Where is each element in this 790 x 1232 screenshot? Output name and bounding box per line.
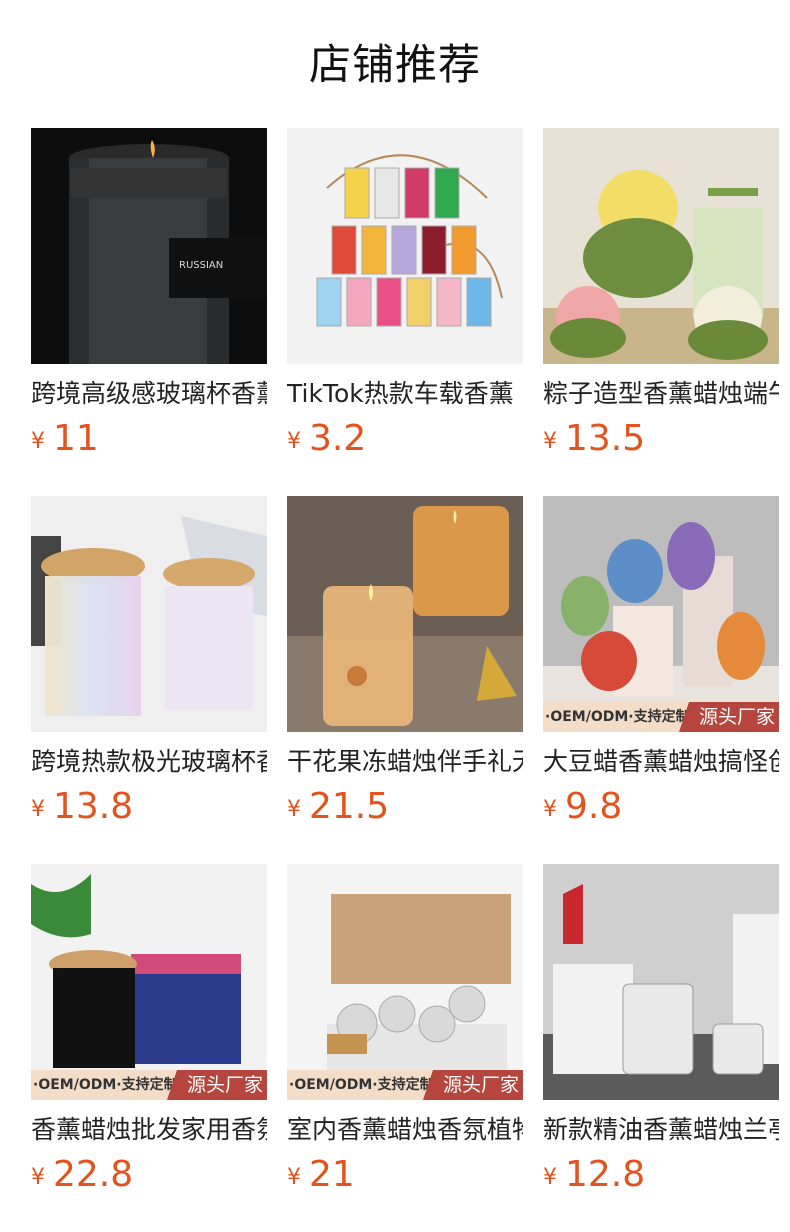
product-price: ¥21 bbox=[287, 1154, 355, 1198]
product-name[interactable]: TikTok热款车载香薰 bbox=[287, 378, 523, 410]
product-price: ¥12.8 bbox=[543, 1154, 645, 1198]
currency-symbol: ¥ bbox=[543, 1165, 557, 1190]
product-card[interactable]: RUSSIAN 跨境高级感玻璃杯香薰蜡烛 ¥11 bbox=[31, 128, 267, 468]
currency-symbol: ¥ bbox=[31, 797, 45, 822]
price-value: 9.8 bbox=[565, 786, 623, 827]
product-image[interactable] bbox=[543, 864, 779, 1100]
price-value: 3.2 bbox=[309, 418, 367, 459]
product-card[interactable]: TikTok热款车载香薰 ¥3.2 bbox=[287, 128, 523, 468]
product-image[interactable] bbox=[543, 128, 779, 364]
product-price: ¥11 bbox=[31, 418, 99, 462]
product-card[interactable]: 干花果冻蜡烛伴手礼无烟 ¥21.5 bbox=[287, 496, 523, 836]
oem-label: ·OEM/ODM·支持定制 bbox=[31, 1070, 183, 1100]
currency-symbol: ¥ bbox=[543, 429, 557, 454]
product-card[interactable]: 跨境热款极光玻璃杯香薰 ¥13.8 bbox=[31, 496, 267, 836]
product-name[interactable]: 跨境热款极光玻璃杯香薰 bbox=[31, 746, 267, 778]
oem-label: ·OEM/ODM·支持定制 bbox=[287, 1070, 439, 1100]
page-title: 店铺推荐 bbox=[308, 40, 481, 89]
factory-label: 源头厂家 bbox=[423, 1070, 523, 1100]
product-banner: ·OEM/ODM·支持定制 源头厂家 bbox=[543, 702, 779, 732]
price-value: 12.8 bbox=[565, 1154, 646, 1195]
product-price: ¥13.5 bbox=[543, 418, 645, 462]
price-value: 21.5 bbox=[309, 786, 390, 827]
product-name[interactable]: 新款精油香薰蜡烛兰亭序 bbox=[543, 1114, 779, 1146]
product-image[interactable] bbox=[287, 128, 523, 364]
product-image[interactable]: ·OEM/ODM·支持定制 源头厂家 bbox=[31, 864, 267, 1100]
oem-label: ·OEM/ODM·支持定制 bbox=[543, 702, 695, 732]
product-image[interactable] bbox=[31, 496, 267, 732]
product-image[interactable] bbox=[287, 496, 523, 732]
price-value: 21 bbox=[309, 1154, 355, 1195]
product-name[interactable]: 香薰蜡烛批发家用香氛 bbox=[31, 1114, 267, 1146]
product-price: ¥9.8 bbox=[543, 786, 622, 830]
product-name[interactable]: 干花果冻蜡烛伴手礼无烟 bbox=[287, 746, 523, 778]
factory-label: 源头厂家 bbox=[167, 1070, 267, 1100]
product-name[interactable]: 粽子造型香薰蜡烛端午 bbox=[543, 378, 779, 410]
product-image[interactable]: ·OEM/ODM·支持定制 源头厂家 bbox=[543, 496, 779, 732]
price-value: 11 bbox=[53, 418, 99, 459]
factory-label: 源头厂家 bbox=[679, 702, 779, 732]
product-card[interactable]: 粽子造型香薰蜡烛端午 ¥13.5 bbox=[543, 128, 779, 468]
price-value: 22.8 bbox=[53, 1154, 134, 1195]
product-name[interactable]: 室内香薰蜡烛香氛植物精油 bbox=[287, 1114, 523, 1146]
product-label-text: RUSSIAN bbox=[179, 260, 223, 271]
product-price: ¥3.2 bbox=[287, 418, 366, 462]
product-name[interactable]: 大豆蜡香薰蜡烛搞怪创意 bbox=[543, 746, 779, 778]
product-image[interactable]: RUSSIAN bbox=[31, 128, 267, 364]
product-name[interactable]: 跨境高级感玻璃杯香薰蜡烛 bbox=[31, 378, 267, 410]
currency-symbol: ¥ bbox=[31, 429, 45, 454]
product-card[interactable]: ·OEM/ODM·支持定制 源头厂家 大豆蜡香薰蜡烛搞怪创意 ¥9.8 bbox=[543, 496, 779, 836]
price-value: 13.8 bbox=[53, 786, 134, 827]
product-card[interactable]: ·OEM/ODM·支持定制 源头厂家 香薰蜡烛批发家用香氛 ¥22.8 bbox=[31, 864, 267, 1204]
currency-symbol: ¥ bbox=[543, 797, 557, 822]
currency-symbol: ¥ bbox=[31, 1165, 45, 1190]
product-price: ¥13.8 bbox=[31, 786, 133, 830]
product-price: ¥21.5 bbox=[287, 786, 389, 830]
product-banner: ·OEM/ODM·支持定制 源头厂家 bbox=[31, 1070, 267, 1100]
currency-symbol: ¥ bbox=[287, 1165, 301, 1190]
currency-symbol: ¥ bbox=[287, 797, 301, 822]
product-price: ¥22.8 bbox=[31, 1154, 133, 1198]
product-image[interactable]: ·OEM/ODM·支持定制 源头厂家 bbox=[287, 864, 523, 1100]
currency-symbol: ¥ bbox=[287, 429, 301, 454]
price-value: 13.5 bbox=[565, 418, 646, 459]
product-banner: ·OEM/ODM·支持定制 源头厂家 bbox=[287, 1070, 523, 1100]
product-card[interactable]: ·OEM/ODM·支持定制 源头厂家 室内香薰蜡烛香氛植物精油 ¥21 bbox=[287, 864, 523, 1204]
product-card[interactable]: 新款精油香薰蜡烛兰亭序 ¥12.8 bbox=[543, 864, 779, 1204]
